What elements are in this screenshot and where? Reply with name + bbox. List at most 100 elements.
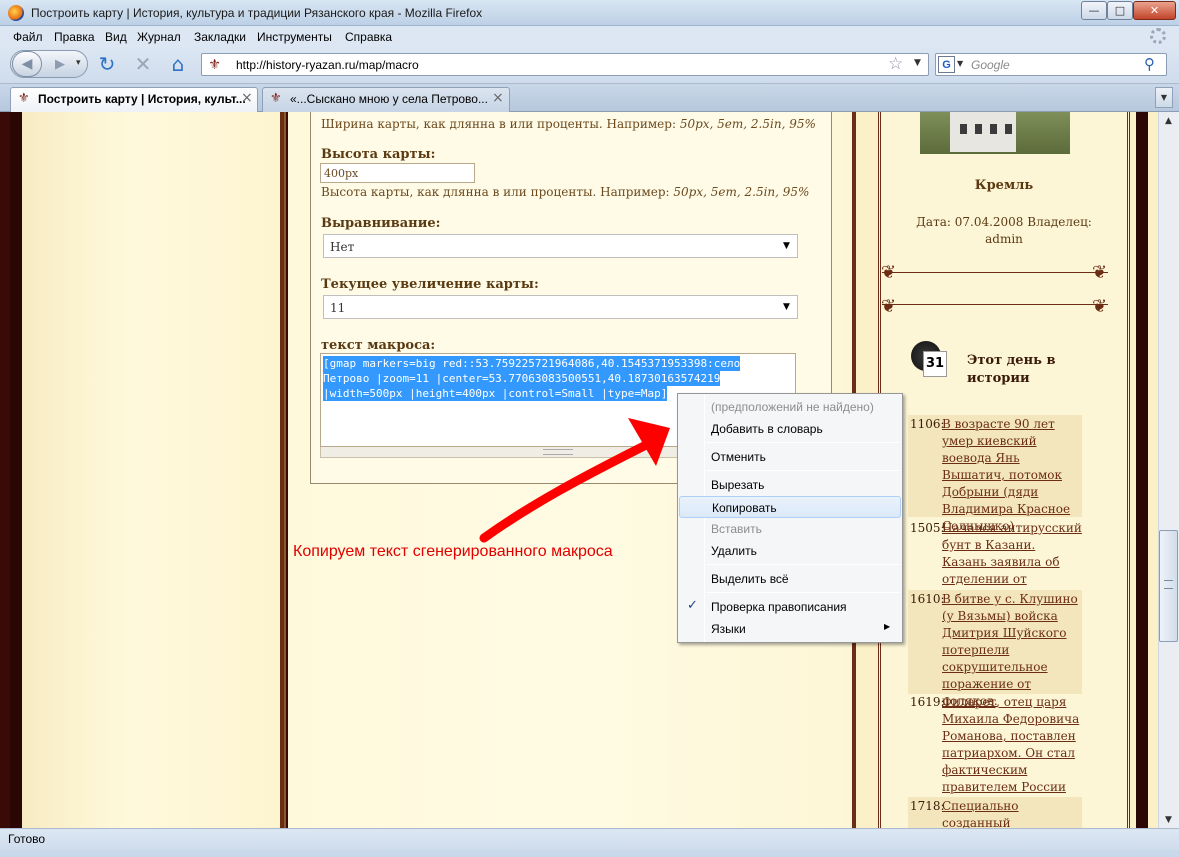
ornament-divider: [882, 304, 1108, 328]
event-link[interactable]: В возрасте 90 лет умер киевский воевода …: [942, 416, 1082, 535]
url-text[interactable]: http://history-ryazan.ru/map/macro: [236, 58, 419, 72]
ctx-undo[interactable]: Отменить: [679, 446, 901, 468]
width-hint: Ширина карты, как длянна в или проценты.…: [321, 117, 816, 131]
menu-help[interactable]: Справка: [345, 30, 392, 44]
window-title: Построить карту | История, культура и тр…: [31, 6, 483, 20]
search-engine-dropdown-icon[interactable]: ▼: [957, 59, 963, 68]
calendar-icon: 31: [911, 341, 949, 381]
ctx-paste: Вставить: [711, 522, 762, 536]
macro-text-line[interactable]: Петрово |zoom=11 |center=53.770630835005…: [323, 371, 721, 386]
ornament-icon: ❦: [881, 296, 897, 317]
vertical-scrollbar[interactable]: [1158, 112, 1179, 828]
stop-icon[interactable]: ✕: [132, 52, 154, 76]
back-arrow-icon: ◀: [21, 56, 33, 72]
search-input[interactable]: Google: [971, 58, 1010, 72]
tab-close-icon[interactable]: ×: [492, 90, 504, 106]
event-year: 1619:: [910, 695, 945, 709]
search-icon[interactable]: ⚲: [1144, 55, 1155, 73]
reload-icon[interactable]: ↻: [96, 52, 118, 76]
checkmark-icon: ✓: [687, 598, 698, 613]
kremlin-photo[interactable]: [920, 112, 1070, 154]
menu-tools[interactable]: Инструменты: [257, 30, 332, 44]
height-field[interactable]: 400px: [320, 163, 475, 183]
chevron-down-icon[interactable]: ▼: [783, 241, 790, 251]
height-hint: Высота карты, как длянна в или проценты.…: [321, 185, 810, 199]
event-link[interactable]: В битве у с. Клушино (у Вязьмы) войска Д…: [942, 591, 1082, 710]
close-button[interactable]: ✕: [1133, 1, 1176, 20]
search-engine-icon[interactable]: G: [938, 56, 955, 73]
tab-label-2[interactable]: «...Сыскано мною у села Петрово...: [290, 92, 488, 106]
back-button[interactable]: ◀: [12, 51, 42, 77]
zoom-select-value: 11: [330, 301, 346, 315]
site-favicon-icon: ⚜: [208, 56, 221, 73]
zoom-label: Текущее увеличение карты:: [321, 277, 539, 292]
minimize-icon: —: [1088, 4, 1100, 17]
ctx-no-suggestions: (предположений не найдено): [711, 400, 874, 414]
tab-label-1[interactable]: Построить карту | История, культ...: [38, 92, 246, 106]
close-icon: ✕: [1149, 4, 1160, 17]
window-bottom-edge: [0, 850, 1179, 857]
minimize-button[interactable]: —: [1081, 1, 1107, 20]
annotation-text: Копируем текст сгенерированного макроса: [293, 543, 613, 560]
menu-view[interactable]: Вид: [105, 30, 127, 44]
maximize-icon: □: [1114, 4, 1126, 17]
ornament-icon: ❦: [1092, 296, 1108, 317]
submenu-arrow-icon: ▶: [884, 622, 891, 631]
chevron-down-icon[interactable]: ▼: [783, 302, 790, 312]
tab-favicon-icon: ⚜: [18, 91, 30, 106]
menu-edit[interactable]: Правка: [54, 30, 95, 44]
ctx-copy[interactable]: Копировать: [679, 496, 901, 518]
chevron-down-icon: ▼: [1160, 93, 1168, 102]
event-link[interactable]: Филарет, отец царя Михаила Федоровича Ро…: [942, 694, 1082, 796]
history-title: Этот день в истории: [967, 353, 1056, 386]
bookmark-star-icon[interactable]: ☆: [888, 54, 903, 74]
forward-button[interactable]: ▶: [46, 55, 74, 73]
ctx-languages[interactable]: Языки: [679, 618, 901, 640]
maximize-button[interactable]: □: [1107, 1, 1133, 20]
event-year: 1718:: [910, 799, 945, 813]
event-year: 1610:: [910, 592, 945, 606]
macro-label: текст макроса:: [321, 338, 436, 353]
ctx-delete[interactable]: Удалить: [679, 540, 901, 562]
search-box[interactable]: [935, 53, 1167, 76]
left-divider: [280, 112, 284, 828]
left-column: [22, 112, 286, 828]
ctx-select-all[interactable]: Выделить всё: [679, 568, 901, 590]
align-select-value: Нет: [330, 240, 355, 254]
tab-favicon-icon: ⚜: [270, 91, 282, 106]
scroll-up-button[interactable]: ▲: [1158, 112, 1179, 129]
scroll-grip-icon: [1164, 580, 1173, 589]
menu-file[interactable]: Файл: [13, 30, 43, 44]
tab-list-button[interactable]: ▼: [1155, 87, 1173, 108]
url-dropdown-icon[interactable]: ▼: [914, 58, 921, 68]
macro-text-line[interactable]: |width=500px |height=400px |control=Smal…: [323, 386, 668, 401]
home-icon[interactable]: ⌂: [167, 52, 189, 76]
ctx-separator: [706, 470, 900, 471]
chevron-up-icon: ▲: [1165, 115, 1172, 126]
height-label: Высота карты:: [321, 147, 436, 162]
status-text: Готово: [8, 832, 46, 846]
ornament-divider: [882, 272, 1108, 296]
firefox-icon: [8, 5, 24, 21]
event-link[interactable]: Специально созданный Верховный суд: [942, 798, 1082, 828]
macro-text-line[interactable]: [gmap markers=big red::53.75922572196408…: [323, 356, 741, 371]
ctx-spellcheck[interactable]: Проверка правописания: [679, 596, 901, 618]
ctx-add-to-dictionary[interactable]: Добавить в словарь: [679, 418, 901, 440]
ctx-separator: [706, 442, 900, 443]
forward-arrow-icon: ▶: [55, 56, 65, 72]
left-border: [10, 112, 22, 828]
align-select[interactable]: Нет: [323, 234, 798, 258]
scroll-down-button[interactable]: ▼: [1158, 811, 1179, 828]
photo-title[interactable]: Кремль: [878, 178, 1130, 193]
ctx-separator: [706, 564, 900, 565]
tab-close-icon[interactable]: ×: [241, 90, 253, 106]
menu-history[interactable]: Журнал: [137, 30, 181, 44]
ctx-cut[interactable]: Вырезать: [679, 474, 901, 496]
align-label: Выравнивание:: [321, 216, 441, 231]
menu-bookmarks[interactable]: Закладки: [194, 30, 246, 44]
history-dropdown-icon[interactable]: ▾: [76, 58, 81, 68]
ornament-icon: ❦: [1092, 262, 1108, 283]
zoom-select[interactable]: 11: [323, 295, 798, 319]
event-year: 1505:: [910, 521, 945, 535]
right-border: [1130, 112, 1158, 828]
